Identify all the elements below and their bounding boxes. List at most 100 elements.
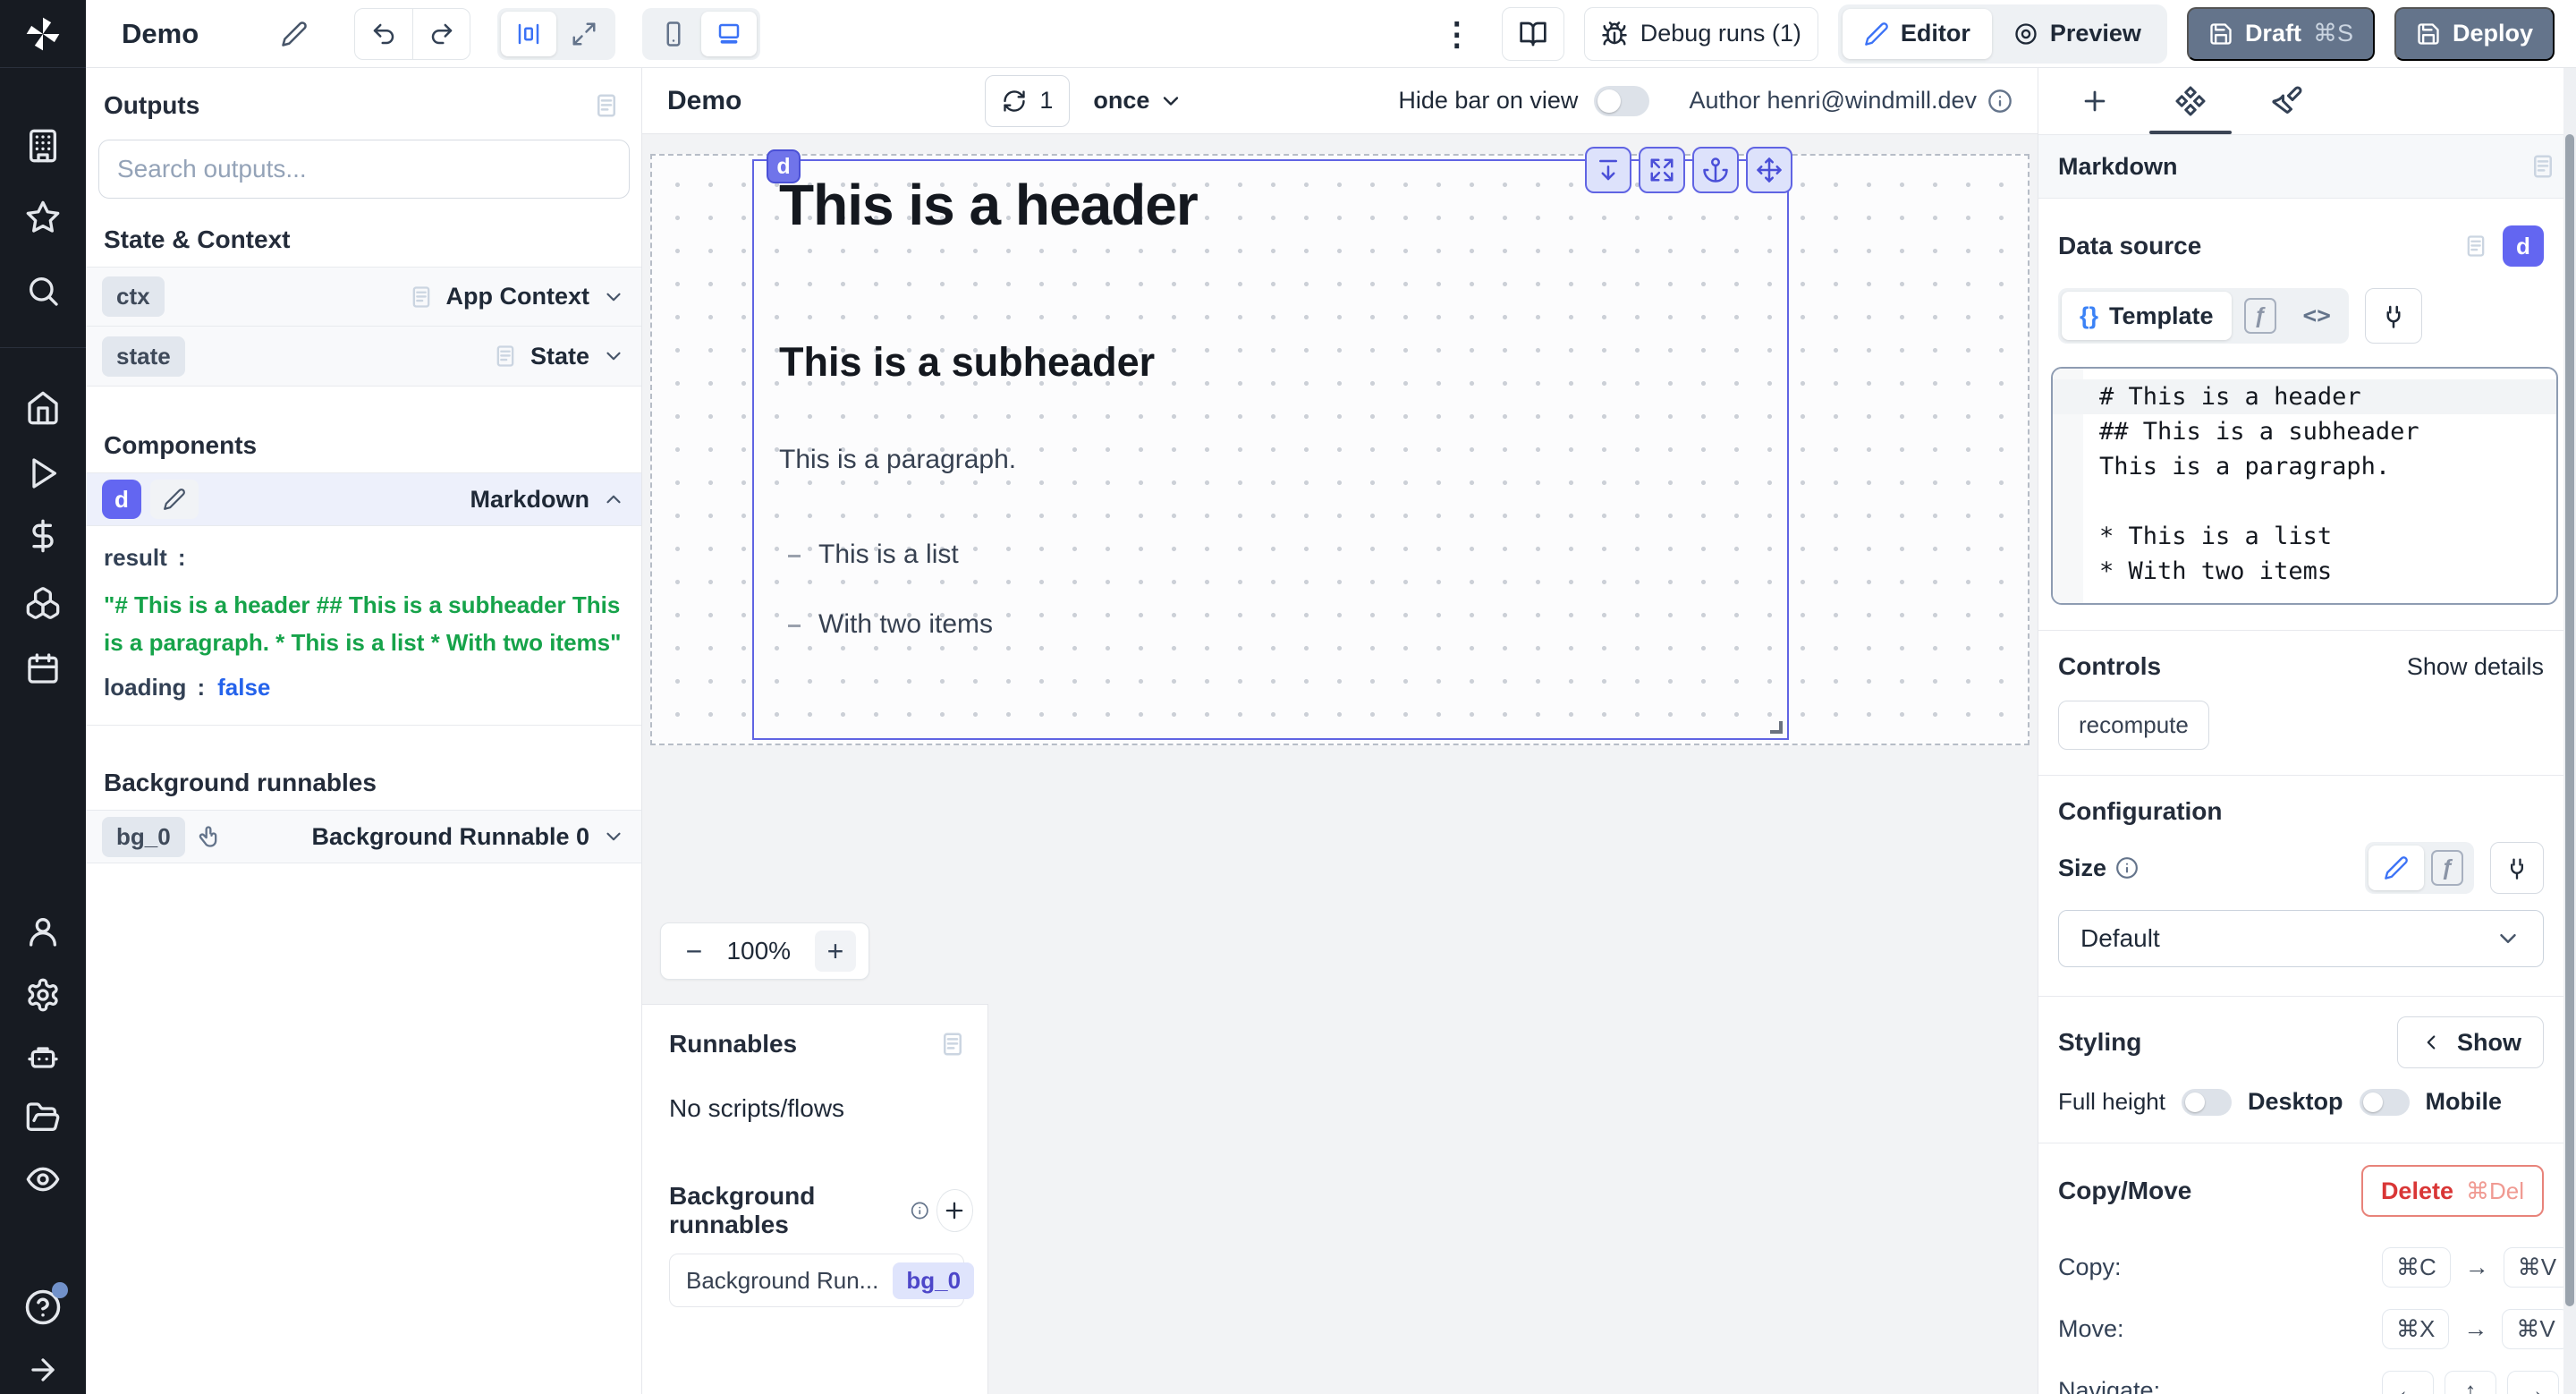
- full-height-toggle[interactable]: [2182, 1089, 2232, 1116]
- canvas-area[interactable]: This is a header This is a subheader Thi…: [642, 134, 2038, 1394]
- desktop-view-icon[interactable]: [701, 12, 757, 56]
- keycap: ⌘V: [2502, 1309, 2569, 1349]
- component-canvas-badge[interactable]: d: [767, 149, 801, 183]
- bg-item-label: Background Run...: [686, 1267, 878, 1295]
- show-styling-button[interactable]: Show: [2397, 1016, 2544, 1068]
- tab-insert-plus-icon[interactable]: [2047, 68, 2142, 134]
- preview-label: Preview: [2050, 20, 2141, 47]
- deploy-label: Deploy: [2453, 20, 2533, 47]
- docs-book-button[interactable]: [1502, 7, 1564, 61]
- markdown-component-selected[interactable]: This is a header This is a subheader Thi…: [752, 159, 1789, 740]
- docs-icon[interactable]: [2529, 153, 2556, 180]
- resources-boxes-icon[interactable]: [25, 585, 61, 621]
- connect-plug-button[interactable]: [2365, 288, 2422, 344]
- mobile-view-icon[interactable]: [646, 12, 701, 56]
- chevron-down-icon[interactable]: [602, 344, 625, 368]
- bug-icon: [1601, 21, 1628, 47]
- deploy-button[interactable]: Deploy: [2394, 7, 2555, 61]
- refresh-mode-dropdown[interactable]: once: [1093, 87, 1183, 115]
- workspace-icon[interactable]: [25, 128, 61, 164]
- add-background-runnable-button[interactable]: [936, 1189, 974, 1232]
- component-row-markdown[interactable]: d Markdown: [86, 472, 641, 526]
- docs-icon[interactable]: [409, 285, 434, 310]
- template-mode-button[interactable]: {} Template: [2062, 292, 2232, 340]
- expand-rail-arrow-icon[interactable]: [26, 1353, 60, 1387]
- schedules-calendar-icon[interactable]: [25, 650, 61, 686]
- connect-plug-button[interactable]: [2490, 842, 2544, 894]
- eye-icon[interactable]: [25, 1161, 61, 1197]
- braces-icon: {}: [2080, 302, 2098, 330]
- background-runnable-row[interactable]: bg_0 Background Runnable 0: [86, 810, 641, 863]
- show-label: Show: [2457, 1029, 2521, 1057]
- resize-handle[interactable]: [1770, 721, 1783, 734]
- scrollbar-thumb[interactable]: [2565, 134, 2574, 1306]
- chevron-down-icon[interactable]: [602, 285, 625, 309]
- markdown-code-editor[interactable]: # This is a header ## This is a subheade…: [2051, 367, 2558, 605]
- refresh-mode-label: once: [1093, 87, 1149, 115]
- draft-button[interactable]: Draft ⌘S: [2187, 7, 2375, 61]
- show-details-link[interactable]: Show details: [2407, 653, 2544, 681]
- output-row-ctx[interactable]: ctx App Context: [86, 267, 641, 327]
- bg-runnable-label: Background Runnable 0: [311, 823, 589, 851]
- code-mode-icon[interactable]: <>: [2303, 302, 2331, 329]
- md-list-item: With two items: [818, 609, 1762, 640]
- search-outputs-input[interactable]: [98, 140, 630, 199]
- user-icon[interactable]: [25, 914, 61, 949]
- help-icon[interactable]: [24, 1288, 62, 1326]
- settings-gear-icon[interactable]: [25, 977, 61, 1013]
- rename-pencil-icon[interactable]: [150, 480, 199, 519]
- tab-preview[interactable]: Preview: [1992, 9, 2163, 59]
- function-mode-icon[interactable]: ƒ: [2244, 298, 2276, 334]
- static-pencil-icon[interactable]: [2368, 846, 2424, 890]
- size-label: Size: [2058, 854, 2106, 882]
- recompute-button[interactable]: recompute: [2058, 701, 2209, 750]
- rail-divider: [0, 347, 86, 348]
- output-row-state[interactable]: state State: [86, 327, 641, 387]
- desktop-toggle[interactable]: [2360, 1089, 2410, 1116]
- zoom-in-button[interactable]: +: [815, 931, 856, 972]
- mobile-label: Mobile: [2426, 1088, 2503, 1116]
- delete-button[interactable]: Delete ⌘Del: [2361, 1165, 2544, 1217]
- desktop-label: Desktop: [2248, 1088, 2343, 1116]
- variables-dollar-icon[interactable]: [25, 518, 61, 554]
- zoom-out-button[interactable]: −: [674, 931, 715, 972]
- folder-icon[interactable]: [25, 1100, 61, 1135]
- docs-icon[interactable]: [493, 344, 518, 369]
- undo-icon[interactable]: [355, 9, 412, 59]
- fullscreen-arrows-icon[interactable]: [1639, 147, 1685, 193]
- chevron-down-icon[interactable]: [602, 825, 625, 848]
- expand-down-icon[interactable]: [1585, 147, 1631, 193]
- chevron-up-icon[interactable]: [602, 488, 625, 511]
- keycap: ⌘C: [2382, 1247, 2451, 1288]
- docs-icon[interactable]: [593, 92, 620, 119]
- tab-component-settings-icon[interactable]: [2142, 68, 2239, 134]
- more-menu-kebab-icon[interactable]: ⋮: [1432, 18, 1482, 50]
- function-mode-icon[interactable]: ƒ: [2431, 850, 2463, 886]
- refresh-count-button[interactable]: 1: [985, 75, 1070, 127]
- centered-layout-icon[interactable]: [501, 12, 556, 56]
- anchor-icon[interactable]: [1692, 147, 1739, 193]
- bot-icon[interactable]: [25, 1040, 61, 1075]
- runs-play-icon[interactable]: [25, 455, 61, 491]
- debug-runs-button[interactable]: Debug runs (1): [1584, 7, 1818, 61]
- search-icon[interactable]: [25, 273, 61, 309]
- windmill-logo[interactable]: [0, 0, 86, 68]
- hide-bar-toggle[interactable]: [1594, 86, 1649, 116]
- delete-label: Delete: [2381, 1177, 2453, 1205]
- tab-editor[interactable]: Editor: [1843, 9, 1992, 59]
- keycap: ←: [2382, 1371, 2434, 1394]
- divider: [2038, 630, 2576, 631]
- tab-styling-brush-icon[interactable]: [2239, 68, 2335, 134]
- fullwidth-layout-icon[interactable]: [556, 12, 612, 56]
- background-runnable-item[interactable]: Background Run... bg_0: [669, 1254, 964, 1307]
- home-icon[interactable]: [25, 390, 61, 426]
- inspector-panel: Markdown Data source d {} Template ƒ <>: [2038, 68, 2576, 1394]
- docs-icon[interactable]: [2463, 234, 2488, 259]
- favorites-star-icon[interactable]: [25, 200, 61, 235]
- scrollbar-track[interactable]: [2563, 68, 2576, 1394]
- move-icon[interactable]: [1746, 147, 1792, 193]
- size-select[interactable]: Default: [2058, 910, 2544, 967]
- edit-title-pencil-icon[interactable]: [281, 21, 308, 47]
- redo-icon[interactable]: [412, 9, 470, 59]
- docs-icon[interactable]: [939, 1031, 966, 1058]
